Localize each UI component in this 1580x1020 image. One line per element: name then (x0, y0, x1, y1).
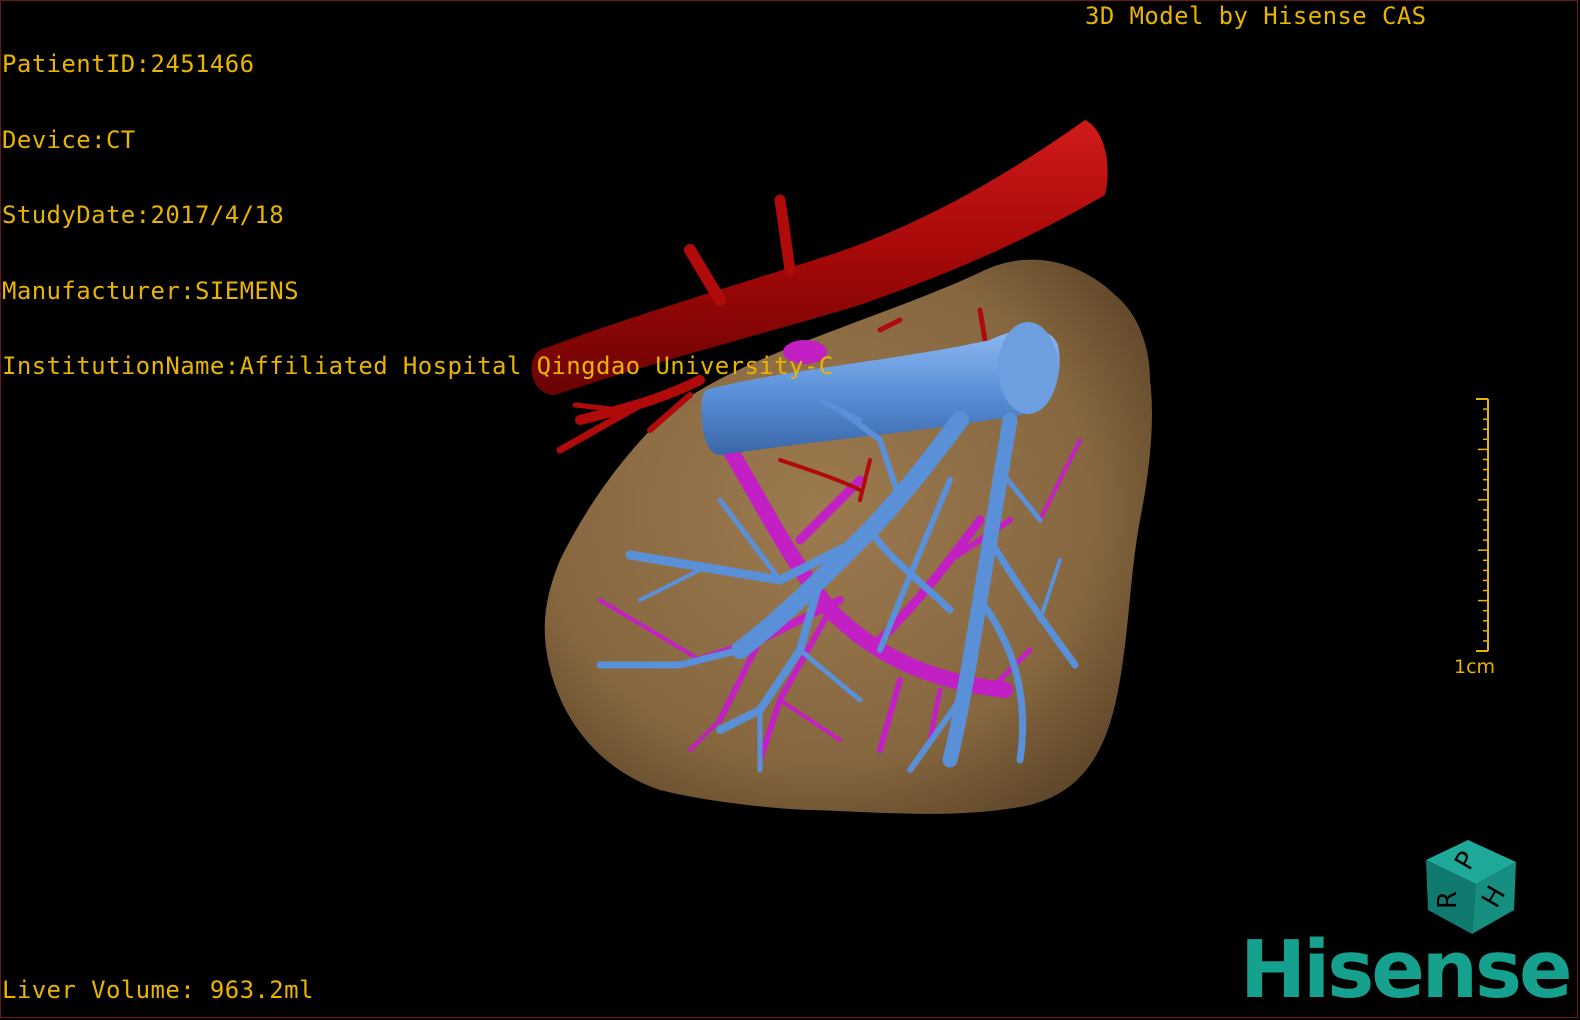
scale-ruler-icon (1476, 398, 1489, 652)
model-credit: 3D Model by Hisense CAS (1085, 2, 1427, 30)
cube-face-r: R (1433, 891, 1463, 909)
study-date: StudyDate:2017/4/18 (2, 201, 285, 229)
institution-name: InstitutionName:Affiliated Hospital Qing… (2, 352, 834, 380)
device: Device:CT (2, 125, 136, 154)
patient-id: PatientID:2451466 (2, 50, 255, 78)
patient-info-block: PatientID:2451466 Device:CT StudyDate:20… (2, 2, 834, 405)
scale-label: 1cm (1454, 656, 1496, 678)
brand-logo: Hisense (1240, 924, 1573, 1016)
liver-volume: Liver Volume: 963.2ml (2, 976, 314, 1004)
manufacturer: Manufacturer:SIEMENS (2, 276, 299, 305)
